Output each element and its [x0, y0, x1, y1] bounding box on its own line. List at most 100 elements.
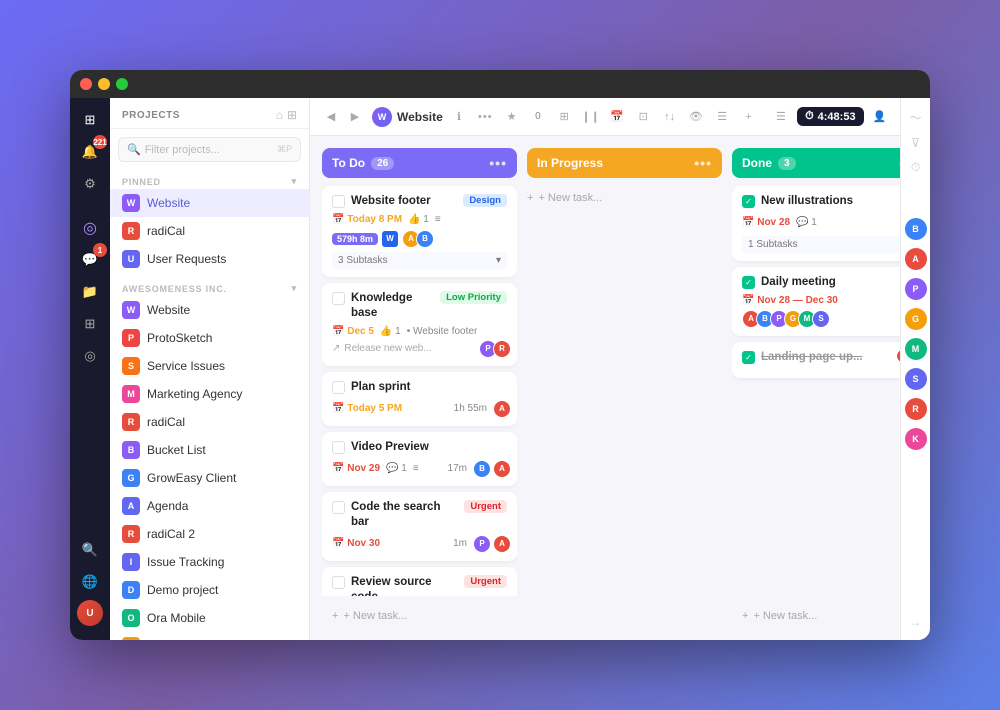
todo-more-button[interactable]: ••• — [489, 155, 507, 171]
card-landing-page[interactable]: ✓ Landing page up... 10 — [732, 342, 900, 378]
home-icon[interactable]: ⊞ — [76, 106, 104, 134]
view-toggle-icon[interactable]: ⊞ — [554, 105, 574, 129]
new-task-label: + New task... — [343, 610, 407, 622]
plus-icon: + — [742, 610, 748, 622]
notifications-icon[interactable]: 🔔 221 — [76, 138, 104, 166]
chat-icon[interactable]: 💬 1 — [76, 246, 104, 274]
sidebar-item-user-requests[interactable]: U User Requests — [110, 245, 309, 273]
sidebar-item-label: Website — [147, 196, 190, 210]
card-new-illustrations[interactable]: ✓ New illustrations 📅 Nov 28 💬 1 A 1 Sub… — [732, 186, 900, 261]
info-icon[interactable]: ℹ — [449, 105, 469, 129]
rp-avatar[interactable]: M — [905, 338, 927, 360]
add-icon[interactable]: + — [738, 105, 758, 129]
awesomeness-collapse-icon[interactable]: ▾ — [292, 283, 297, 294]
star-icon[interactable]: ★ — [501, 105, 521, 129]
rp-avatar[interactable]: G — [905, 308, 927, 330]
inprogress-label: In Progress — [537, 156, 603, 170]
sidebar-item-agenda[interactable]: A Agenda — [110, 492, 309, 520]
card-link-icon: ↗ — [332, 343, 340, 354]
clock-right-icon[interactable]: ⏱ — [908, 157, 923, 178]
todo-new-task-button[interactable]: + + New task... — [322, 604, 517, 628]
card-checkbox[interactable] — [332, 292, 345, 305]
card-plan-sprint[interactable]: Plan sprint 📅 Today 5 PM 1h 55m A — [322, 372, 517, 426]
sidebar-item-groweasy[interactable]: G GrowEasy Client — [110, 464, 309, 492]
globe-icon[interactable]: 🌐 — [76, 568, 104, 596]
inprogress-more-button[interactable]: ••• — [694, 155, 712, 171]
logo-icon[interactable]: ◎ — [76, 214, 104, 242]
search-icon[interactable]: 🔍 — [76, 536, 104, 564]
sidebar-item-scrum-project[interactable]: S Scrum project — [110, 632, 309, 640]
filter-right-icon[interactable]: ⊽ — [908, 133, 923, 153]
card-checkbox-done[interactable]: ✓ — [742, 351, 755, 364]
sidebar-item-demo-project[interactable]: D Demo project — [110, 576, 309, 604]
rp-avatar[interactable]: B — [905, 218, 927, 240]
rp-avatar[interactable]: R — [905, 398, 927, 420]
card-daily-meeting[interactable]: ✓ Daily meeting 7 📅 Nov 28 — Dec 30 A B … — [732, 267, 900, 336]
sidebar-item-issue-tracking[interactable]: I Issue Tracking — [110, 548, 309, 576]
card-checkbox[interactable] — [332, 501, 345, 514]
close-button[interactable] — [80, 78, 92, 90]
card-date: 📅 Nov 30 — [332, 538, 380, 549]
sidebar-grid-icon[interactable]: ⊞ — [287, 108, 297, 122]
filter-icon[interactable]: 👁 — [686, 105, 706, 129]
kanban-icon[interactable]: ❙❙ — [580, 105, 600, 129]
card-checkbox[interactable] — [332, 576, 345, 589]
activity-icon[interactable]: ◎ — [76, 342, 104, 370]
star-count[interactable]: 0 — [528, 105, 548, 129]
more-icon[interactable]: ••• — [475, 105, 495, 129]
done-more-button[interactable]: ••• — [899, 155, 900, 171]
nav-forward-button[interactable]: ▶ — [344, 106, 366, 128]
card-checkbox[interactable] — [332, 441, 345, 454]
inprogress-new-task-button[interactable]: + + New task... — [527, 186, 722, 210]
expand-right-icon[interactable]: → — [907, 612, 925, 632]
pinned-collapse-icon[interactable]: ▾ — [292, 176, 297, 187]
view-icon[interactable]: ☰ — [771, 105, 791, 129]
card-website-footer[interactable]: Website footer Design 📅 Today 8 PM 👍 1 ≡… — [322, 186, 517, 277]
main-content: ◀ ▶ W Website ℹ ••• ★ 0 ⊞ ❙❙ 📅 ⊡ ↑↓ 👁 ☰ … — [310, 98, 900, 640]
sidebar-item-website-pinned[interactable]: W Website — [110, 189, 309, 217]
profile-icon[interactable]: 👤 — [870, 105, 890, 129]
avatar: A — [493, 400, 511, 418]
sort-icon[interactable]: ↑↓ — [659, 105, 679, 129]
subtask-expand-icon[interactable]: ▾ — [496, 255, 501, 266]
grid-icon[interactable]: ⊞ — [76, 310, 104, 338]
activity-icon[interactable]: 〜 — [906, 106, 924, 129]
gantt-icon[interactable]: ⊡ — [633, 105, 653, 129]
service-issues-icon: S — [122, 357, 140, 375]
sidebar-item-service-issues[interactable]: S Service Issues — [110, 352, 309, 380]
card-checkbox-done[interactable]: ✓ — [742, 276, 755, 289]
card-knowledge-base[interactable]: Knowledge base Low Priority 📅 Dec 5 👍 1 … — [322, 283, 517, 366]
sidebar-search[interactable]: 🔍 Filter projects... ⌘P — [118, 137, 301, 162]
user-avatar[interactable]: U — [77, 600, 103, 626]
rp-avatar[interactable]: S — [905, 368, 927, 390]
sidebar-item-radical3[interactable]: R radiCal 2 — [110, 520, 309, 548]
done-new-task-button[interactable]: + + New task... — [732, 604, 900, 628]
folder-icon[interactable]: 📁 — [76, 278, 104, 306]
demo-project-icon: D — [122, 581, 140, 599]
card-review-source-code[interactable]: Review source code Urgent 📅 Nov 29 💬 1 ≡… — [322, 567, 517, 596]
sidebar-item-radical2[interactable]: R radiCal — [110, 408, 309, 436]
subtask-row: 3 Subtasks ▾ — [332, 252, 507, 269]
nav-back-button[interactable]: ◀ — [320, 106, 342, 128]
list-icon[interactable]: ☰ — [712, 105, 732, 129]
rp-avatar[interactable]: A — [905, 248, 927, 270]
rp-avatar[interactable]: K — [905, 428, 927, 450]
minimize-button[interactable] — [98, 78, 110, 90]
card-checkbox[interactable] — [332, 381, 345, 394]
maximize-button[interactable] — [116, 78, 128, 90]
sidebar-item-marketing-agency[interactable]: M Marketing Agency — [110, 380, 309, 408]
sidebar-item-radical-pinned[interactable]: R radiCal — [110, 217, 309, 245]
calendar-icon[interactable]: 📅 — [607, 105, 627, 129]
sidebar-item-ora-mobile[interactable]: O Ora Mobile — [110, 604, 309, 632]
sidebar-home-icon[interactable]: ⌂ — [276, 108, 283, 122]
card-code-search-bar[interactable]: Code the search bar Urgent 📅 Nov 30 1m P… — [322, 492, 517, 561]
card-checkbox[interactable] — [332, 195, 345, 208]
plus-icon: + — [527, 192, 533, 204]
rp-avatar[interactable]: P — [905, 278, 927, 300]
settings-icon[interactable]: ⚙ — [76, 170, 104, 198]
card-checkbox-done[interactable]: ✓ — [742, 195, 755, 208]
sidebar-item-bucket-list[interactable]: B Bucket List — [110, 436, 309, 464]
sidebar-item-protosketch[interactable]: P ProtoSketch — [110, 324, 309, 352]
card-video-preview[interactable]: Video Preview 📅 Nov 29 💬 1 ≡ 17m B A — [322, 432, 517, 486]
sidebar-item-website-aw[interactable]: W Website — [110, 296, 309, 324]
